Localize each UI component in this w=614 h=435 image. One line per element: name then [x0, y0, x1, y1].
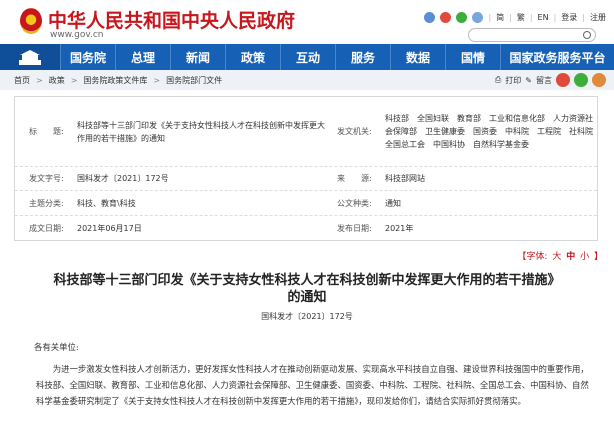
weibo-icon[interactable]: [440, 12, 452, 23]
nav-item-policy[interactable]: 政策: [225, 44, 280, 70]
issuer-value: 科技部 全国妇联 教育部 工业和信息化部 人力资源社会保障部 卫生健康委 国资委…: [385, 114, 601, 149]
site-domain: www.gov.cn: [50, 30, 104, 40]
font-size-control: 【字体: 大 中 小 】: [516, 249, 604, 262]
tiananmen-icon: [19, 50, 41, 65]
traditional-link[interactable]: 繁: [517, 12, 525, 23]
nav-item-interaction[interactable]: 互动: [280, 44, 335, 70]
article-title: 科技部等十三部门印发《关于支持女性科技人才在科技创新中发挥更大作用的若干措施》 …: [20, 272, 594, 306]
article-doc-number: 国科发才〔2021〕172号: [261, 312, 353, 321]
article-title-line1: 科技部等十三部门印发《关于支持女性科技人才在科技创新中发挥更大作用的若干措施》: [53, 273, 561, 288]
util-bar: | 简 | 繁 | EN | 登录 | 注册: [424, 12, 606, 23]
body-paragraph: 为进一步激发女性科技人才创新活力，更好发挥女性科技人才在推动创新驱动发展、实现高…: [36, 364, 589, 406]
site-header: 中华人民共和国中央人民政府 www.gov.cn | 简 | 繁 | EN | …: [0, 0, 614, 48]
english-link[interactable]: EN: [538, 13, 549, 22]
search-icon[interactable]: [583, 31, 591, 39]
chevron-right-icon: >: [153, 75, 161, 85]
article-title-line2: 的通知: [287, 290, 327, 305]
source-value: 科技部网站: [385, 174, 425, 183]
written-date-label: 成文日期:: [29, 223, 64, 233]
chevron-right-icon: >: [36, 75, 43, 85]
simplified-link[interactable]: 简: [496, 12, 504, 23]
nav-item-premier[interactable]: 总理: [115, 44, 170, 70]
wechat-icon[interactable]: [456, 12, 468, 23]
title-value: 科技部等十三部门印发《关于支持女性科技人才在科技创新中发挥更大作用的若干措施》的…: [77, 120, 325, 143]
login-link[interactable]: 登录: [561, 12, 577, 23]
print-link[interactable]: 打印: [505, 75, 521, 86]
issuer-label: 发文机关:: [337, 127, 372, 136]
breadcrumb-policy[interactable]: 政策: [49, 75, 65, 86]
nav-item-national[interactable]: 国情: [445, 44, 500, 70]
breadcrumb-dept-files[interactable]: 国务院部门文件: [166, 75, 222, 86]
meta-row: 发文字号: 国科发才〔2021〕172号 来 源: 科技部网站: [15, 167, 597, 191]
salutation: 各有关单位:: [34, 342, 79, 352]
docno-label: 发文字号:: [29, 174, 64, 183]
nav-item-news[interactable]: 新闻: [170, 44, 225, 70]
nav-item-service[interactable]: 服务: [335, 44, 390, 70]
print-icon[interactable]: ⎙: [495, 75, 501, 85]
share-bar: ⎙ 打印 ✎ 留言: [495, 73, 606, 87]
chevron-right-icon: >: [70, 75, 78, 85]
main-nav: 国务院 总理 新闻 政策 互动 服务 数据 国情 国家政务服务平台: [0, 44, 614, 70]
font-size-small[interactable]: 小: [580, 252, 589, 262]
docno-value: 国科发才〔2021〕172号: [77, 174, 169, 183]
document-meta-table: 标 题: 科技部等十三部门印发《关于支持女性科技人才在科技创新中发挥更大作用的若…: [14, 96, 601, 241]
app-icon[interactable]: [424, 12, 436, 23]
search-box[interactable]: [468, 28, 596, 48]
breadcrumb-library[interactable]: 国务院政策文件库: [83, 75, 147, 86]
nav-home-button[interactable]: [0, 44, 60, 70]
meta-row: 主题分类: 科技、教育\科技 公文种类: 通知: [15, 191, 597, 216]
written-date-value: 2021年06月17日: [77, 223, 142, 233]
more-share-icon[interactable]: [592, 73, 606, 87]
type-value: 通知: [385, 198, 401, 208]
title-label: 标 题:: [29, 127, 64, 136]
topic-value: 科技、教育\科技: [77, 198, 136, 208]
article-body: 各有关单位: 为进一步激发女性科技人才创新活力，更好发挥女性科技人才在推动创新驱…: [34, 339, 592, 415]
mini-icon[interactable]: [472, 12, 484, 23]
font-size-label: 【字体:: [517, 252, 548, 262]
source-label: 来 源:: [337, 174, 372, 183]
breadcrumb-home[interactable]: 首页: [14, 75, 30, 86]
nav-item-data[interactable]: 数据: [390, 44, 445, 70]
wechat-share-icon[interactable]: [574, 73, 588, 87]
nav-item-state-council[interactable]: 国务院: [60, 44, 115, 70]
font-size-large[interactable]: 大: [552, 252, 561, 262]
nav-item-service-platform[interactable]: 国家政务服务平台: [500, 44, 614, 70]
topic-label: 主题分类:: [29, 198, 64, 208]
font-size-medium[interactable]: 中: [566, 252, 575, 262]
register-link[interactable]: 注册: [590, 12, 606, 23]
publish-date-label: 发布日期:: [337, 223, 372, 233]
national-emblem-icon[interactable]: [20, 8, 42, 34]
comment-icon[interactable]: ✎: [525, 76, 532, 85]
site-title[interactable]: 中华人民共和国中央人民政府: [48, 6, 295, 33]
font-size-end: 】: [593, 252, 603, 262]
meta-row: 成文日期: 2021年06月17日 发布日期: 2021年: [15, 216, 597, 240]
type-label: 公文种类:: [337, 198, 372, 208]
weibo-share-icon[interactable]: [556, 73, 570, 87]
publish-date-value: 2021年: [385, 223, 414, 233]
comment-link[interactable]: 留言: [536, 75, 552, 86]
meta-row: 标 题: 科技部等十三部门印发《关于支持女性科技人才在科技创新中发挥更大作用的若…: [15, 97, 601, 167]
